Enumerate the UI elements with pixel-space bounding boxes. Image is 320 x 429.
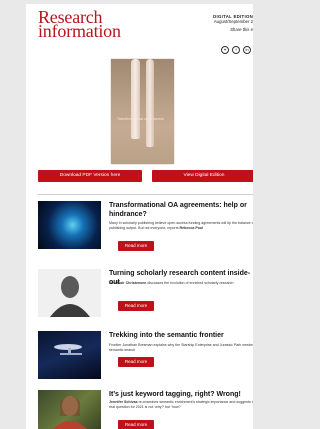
linkedin-icon[interactable]: in (243, 46, 251, 54)
summary-author: Rebecca Pool (179, 225, 204, 230)
portrait-image[interactable] (38, 269, 101, 317)
summary-author: Jennifer Schivas (109, 400, 138, 404)
read-more-button[interactable]: Read more (118, 357, 154, 367)
summary-author: Neil Blair Christensen (109, 281, 147, 285)
edition-info: DIGITAL EDITION August/September 2 Share… (183, 14, 253, 33)
portrait-silhouette (50, 276, 90, 317)
logo-information: information (38, 21, 121, 41)
article-summary: Jennifer Schivas re-examines semantic en… (109, 400, 253, 409)
starship-shape (54, 344, 82, 355)
article-summary: Many in scholarly publishing believe ope… (109, 221, 253, 230)
download-pdf-button[interactable]: Download PDF Version here (38, 170, 142, 182)
article-title[interactable]: It’s just keyword tagging, right? Wrong! (109, 390, 253, 399)
starship-image[interactable] (38, 331, 101, 379)
newsletter-page: Research information DIGITAL EDITION Aug… (26, 4, 253, 429)
article-title[interactable]: Transformational OA agreements: help or … (109, 201, 253, 219)
network-brain-image[interactable] (38, 201, 101, 249)
read-more-button[interactable]: Read more (118, 420, 154, 429)
cover-leg (131, 59, 140, 139)
view-digital-edition-button[interactable]: View Digital Edition (152, 170, 253, 182)
social-links: ✦ f in (221, 46, 251, 54)
read-more-button[interactable]: Read more (118, 301, 154, 311)
summary-text: discusses the evolution of enriched scho… (146, 281, 234, 285)
read-more-button[interactable]: Read more (118, 241, 154, 251)
article-title[interactable]: Trekking into the semantic frontier (109, 331, 253, 340)
masthead: Research information (38, 8, 121, 41)
article-summary: Neil Blair Christensen discusses the evo… (109, 281, 253, 286)
magazine-cover-image[interactable]: Transformational open access (111, 59, 174, 164)
share-label: Share this e (230, 27, 253, 33)
facebook-icon[interactable]: f (232, 46, 240, 54)
portrait-silhouette (53, 396, 87, 429)
cover-caption: Transformational open access (117, 117, 164, 121)
twitter-icon[interactable]: ✦ (221, 46, 229, 54)
portrait-image[interactable] (38, 390, 101, 429)
article-summary: Frontier Jonathan Bresman explains why t… (109, 343, 253, 352)
edition-date: August/September 2 (213, 19, 253, 25)
divider (38, 194, 253, 195)
cover-leg (146, 59, 154, 147)
